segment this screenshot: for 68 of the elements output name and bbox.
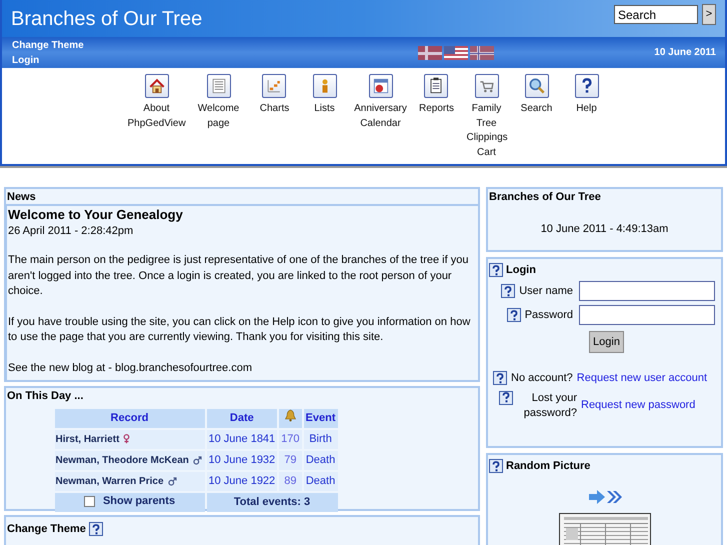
menu-item[interactable]: Welcome page	[188, 74, 250, 164]
news-paragraph: If you have trouble using the site, you can click on the Help icon to give you information on how to use the page that you are currently viewing. Thank you for visiting this site.	[8, 314, 472, 345]
request-password-link[interactable]: Request new password	[581, 397, 696, 414]
datetime: 10 June 2011 - 4:49:13am	[540, 222, 670, 237]
years-cell: 79	[279, 451, 302, 470]
search-button[interactable]: >	[702, 4, 716, 25]
menu-item[interactable]: Help	[572, 74, 600, 164]
panel-title: Login	[506, 263, 536, 277]
clipboard-icon	[424, 74, 448, 98]
header-link[interactable]: Login	[12, 54, 84, 66]
no-account-label: No account?	[511, 371, 573, 386]
help-icon[interactable]	[489, 459, 503, 473]
news-paragraph: The main person on the pedigree is just representative of one of the branches of the tree if you aren't logged into the tree. Once a login is created, you are linked to the root person of your choice.	[8, 253, 470, 299]
help-icon[interactable]	[499, 390, 513, 404]
flag-icon[interactable]	[470, 46, 494, 60]
field-label: Password	[524, 308, 573, 323]
person-icon	[312, 74, 336, 98]
flag-icon[interactable]	[418, 46, 442, 60]
news-heading: Welcome to Your Genealogy	[8, 206, 184, 224]
years-cell: 89	[279, 472, 302, 491]
panel-title: Change Theme	[7, 522, 86, 536]
panel-title: News	[7, 190, 36, 204]
arrows-icon[interactable]	[588, 489, 622, 505]
chart-icon	[262, 74, 286, 98]
site-title: Branches of Our Tree	[11, 6, 202, 32]
total-events: Total events: 3	[234, 496, 310, 508]
header-date: 10 June 2011	[654, 46, 716, 60]
menu-item[interactable]: Family Tree Clippings Cart	[464, 74, 508, 164]
checkbox[interactable]	[84, 496, 95, 507]
help-icon	[574, 74, 598, 98]
password-field[interactable]	[579, 305, 715, 325]
male-symbol-icon	[192, 456, 202, 465]
menu-item[interactable]: Charts	[258, 74, 292, 164]
request-account-link[interactable]: Request new user account	[576, 370, 708, 386]
field-label: User name	[519, 284, 573, 299]
panel-title: On This Day ...	[7, 389, 84, 403]
header-link[interactable]: Change Theme	[12, 38, 84, 52]
help-icon[interactable]	[88, 522, 103, 536]
column-header[interactable]: Record	[54, 409, 204, 428]
panel-title: Random Picture	[506, 459, 590, 473]
bell-icon	[284, 409, 297, 422]
male-symbol-icon	[168, 476, 177, 486]
cart-icon	[474, 74, 498, 98]
news-paragraph: See the new blog at - blog.branchesofourtree.com	[8, 360, 253, 376]
female-symbol-icon	[123, 434, 130, 444]
menu-item[interactable]: Lists	[310, 74, 338, 164]
years-cell: 170	[279, 430, 302, 449]
lost-password-label: Lost your password?	[522, 390, 577, 420]
menu-item[interactable]: About PhpGedView	[126, 74, 188, 164]
panel-title: Branches of Our Tree	[489, 190, 601, 204]
username-field[interactable]	[579, 281, 715, 301]
flag-icon[interactable]	[444, 46, 468, 60]
help-icon[interactable]	[489, 263, 503, 277]
menu-item[interactable]: Anniversary Calendar	[350, 74, 412, 164]
news-date: 26 April 2011 - 2:28:42pm	[8, 224, 134, 238]
calendar-icon	[368, 74, 392, 98]
list-icon	[206, 74, 230, 98]
help-icon[interactable]	[506, 308, 521, 322]
help-icon[interactable]	[493, 371, 507, 386]
column-header[interactable]: Event	[304, 409, 338, 428]
magnifier-icon	[524, 74, 548, 98]
search-field[interactable]: Search	[614, 5, 698, 24]
help-icon[interactable]	[501, 284, 516, 298]
column-header[interactable]: Date	[206, 409, 278, 428]
house-icon	[144, 74, 168, 98]
login-button[interactable]: Login	[589, 331, 624, 353]
menu-item[interactable]: Reports	[416, 74, 456, 164]
menu-item[interactable]: Search	[518, 74, 554, 164]
